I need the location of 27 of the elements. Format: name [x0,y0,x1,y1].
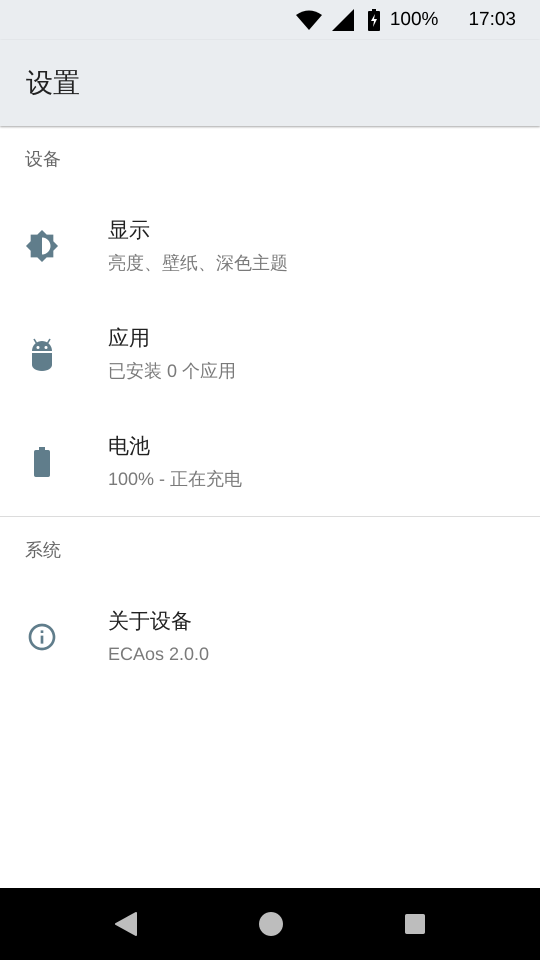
robot-icon [29,337,55,371]
item-subtitle: ECAos 2.0.0 [108,643,210,666]
back-icon[interactable] [114,911,138,937]
recents-icon[interactable] [404,913,426,935]
item-title: 关于设备 [108,609,193,635]
section-header: 设备 [25,148,61,170]
battery-icon [34,447,50,477]
clock: 17:03 [468,8,516,32]
item-title: 应用 [108,326,151,352]
battery-charging-icon [368,9,380,31]
wifi-icon [296,10,322,30]
battery-percentage: 100% [390,8,438,32]
item-subtitle: 亮度、壁纸、深色主题 [108,252,288,275]
info-icon [26,621,58,653]
signal-icon [332,9,354,31]
settings-item[interactable]: 关于设备 ECAos 2.0.0 [0,583,540,691]
brightness-icon [25,229,59,263]
page-title: 设置 [26,66,80,100]
home-icon[interactable] [258,911,284,937]
item-subtitle: 已安装 0 个应用 [108,360,236,383]
settings-item[interactable]: 电池 100% - 正在充电 [0,408,540,516]
item-title: 电池 [108,434,151,460]
item-subtitle: 100% - 正在充电 [108,468,242,491]
settings-item[interactable]: 应用 已安装 0 个应用 [0,300,540,408]
section-header: 系统 [25,538,61,562]
item-title: 显示 [108,218,151,244]
settings-item[interactable]: 显示 亮度、壁纸、深色主题 [0,192,540,300]
